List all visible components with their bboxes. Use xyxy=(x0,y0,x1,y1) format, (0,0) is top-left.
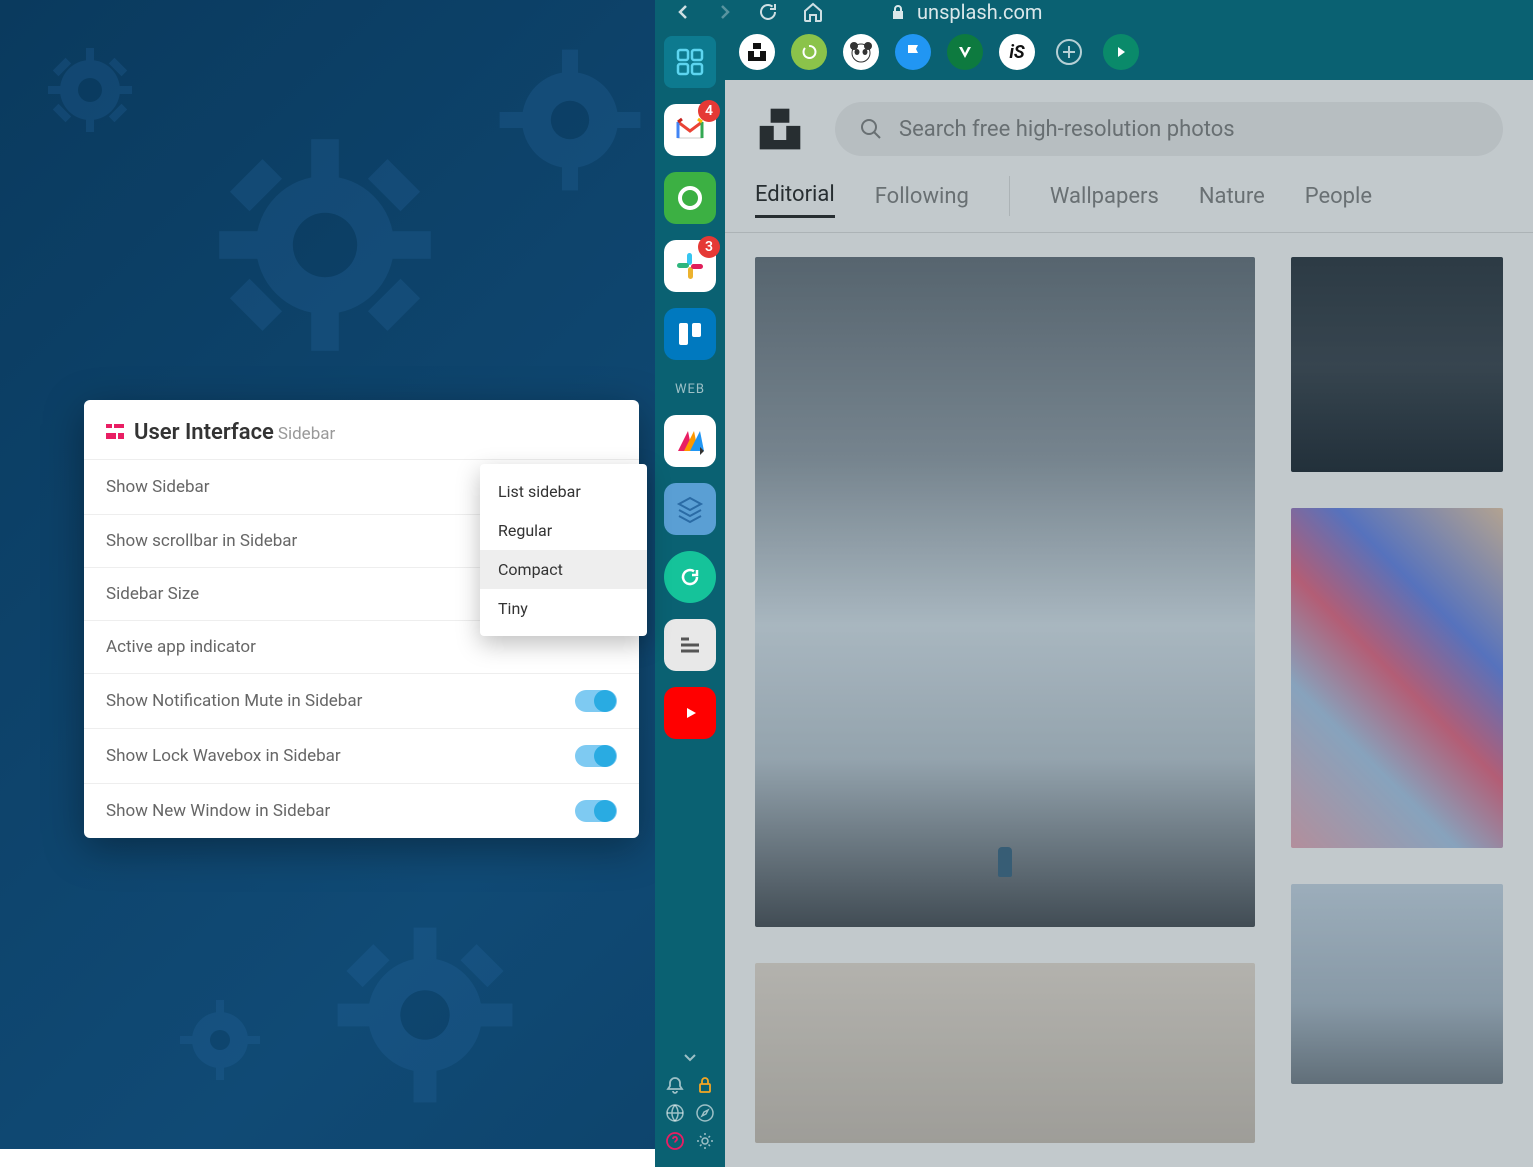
browser-window: unsplash.com 4 3 WEB xyxy=(655,0,1533,1149)
app-colors[interactable] xyxy=(664,415,716,467)
url-bar[interactable]: unsplash.com xyxy=(889,0,1042,24)
browser-body: 4 3 WEB xyxy=(655,24,1533,1167)
ext-panda[interactable] xyxy=(843,34,879,70)
bell-icon[interactable] xyxy=(665,1075,685,1099)
app-slack[interactable]: 3 xyxy=(664,240,716,292)
site-header xyxy=(725,80,1533,174)
app-grammarly[interactable] xyxy=(664,551,716,603)
reload-button[interactable] xyxy=(757,1,779,23)
setting-new-window: Show New Window in Sidebar xyxy=(84,783,639,838)
settings-header: User Interface Sidebar xyxy=(84,400,639,459)
setting-label: Show scrollbar in Sidebar xyxy=(106,531,297,551)
setting-label: Show Notification Mute in Sidebar xyxy=(106,691,362,711)
url-text: unsplash.com xyxy=(917,0,1042,24)
toggle-lock[interactable] xyxy=(575,745,617,767)
unsplash-logo[interactable] xyxy=(755,104,805,154)
gmail-badge: 4 xyxy=(698,100,720,122)
search-bar[interactable] xyxy=(835,102,1503,156)
dropdown-option-regular[interactable]: Regular xyxy=(480,511,647,550)
page-content: Editorial Following Wallpapers Nature Pe… xyxy=(725,80,1533,1167)
ext-add[interactable] xyxy=(1051,34,1087,70)
sidebar-bottom xyxy=(665,1047,715,1167)
nav-separator xyxy=(1009,176,1010,216)
compass-icon[interactable] xyxy=(695,1103,715,1127)
browser-toolbar: unsplash.com xyxy=(655,0,1533,24)
setting-mute: Show Notification Mute in Sidebar xyxy=(84,673,639,728)
setting-label: Active app indicator xyxy=(106,637,256,657)
toggle-new-window[interactable] xyxy=(575,800,617,822)
forward-button[interactable] xyxy=(715,2,735,22)
extension-bar: iS xyxy=(725,24,1533,80)
ext-flag[interactable] xyxy=(895,34,931,70)
help-icon[interactable] xyxy=(665,1131,685,1155)
settings-title: User Interface xyxy=(134,420,274,445)
layout-icon xyxy=(106,424,124,442)
app-grid-icon[interactable] xyxy=(664,36,716,88)
app-sidebar: 4 3 WEB xyxy=(655,24,725,1167)
app-youtube[interactable] xyxy=(664,687,716,739)
photo-blur[interactable] xyxy=(755,963,1255,1143)
setting-label: Show Sidebar xyxy=(106,477,210,497)
tab-following[interactable]: Following xyxy=(875,176,969,217)
photo-waterfall[interactable] xyxy=(755,257,1255,927)
dropdown-option-tiny[interactable]: Tiny xyxy=(480,589,647,628)
dropdown-option-list[interactable]: List sidebar xyxy=(480,472,647,511)
setting-label: Show Lock Wavebox in Sidebar xyxy=(106,746,341,766)
app-layers[interactable] xyxy=(664,483,716,535)
ext-unsplash[interactable] xyxy=(739,34,775,70)
search-input[interactable] xyxy=(899,117,1479,142)
lock-icon xyxy=(889,3,907,21)
lock-icon[interactable] xyxy=(695,1075,715,1099)
tab-people[interactable]: People xyxy=(1305,176,1372,217)
dropdown-option-compact[interactable]: Compact xyxy=(480,550,647,589)
app-trello[interactable] xyxy=(664,308,716,360)
photo-building[interactable] xyxy=(1291,884,1503,1084)
globe-icon[interactable] xyxy=(665,1103,685,1127)
settings-panel: User Interface Sidebar Show Sidebar Show… xyxy=(84,400,639,838)
app-green[interactable] xyxy=(664,172,716,224)
ext-is[interactable]: iS xyxy=(999,34,1035,70)
toggle-mute[interactable] xyxy=(575,690,617,712)
settings-subtitle: Sidebar xyxy=(278,424,335,444)
sidebar-size-dropdown: List sidebar Regular Compact Tiny xyxy=(480,464,647,636)
app-lines[interactable] xyxy=(664,619,716,671)
setting-label: Show New Window in Sidebar xyxy=(106,801,330,821)
setting-label: Sidebar Size xyxy=(106,584,199,604)
tab-editorial[interactable]: Editorial xyxy=(755,174,835,218)
photo-gallery xyxy=(725,233,1533,1167)
tab-nature[interactable]: Nature xyxy=(1199,176,1265,217)
ext-arrow[interactable] xyxy=(1103,34,1139,70)
ext-v[interactable] xyxy=(947,34,983,70)
gear-icon[interactable] xyxy=(695,1131,715,1155)
app-gmail[interactable]: 4 xyxy=(664,104,716,156)
setting-lock: Show Lock Wavebox in Sidebar xyxy=(84,728,639,783)
web-label: WEB xyxy=(675,382,705,397)
back-button[interactable] xyxy=(673,2,693,22)
photo-lake[interactable] xyxy=(1291,257,1503,472)
chevron-down-icon[interactable] xyxy=(680,1047,700,1071)
ext-green-spiral[interactable] xyxy=(791,34,827,70)
tab-wallpapers[interactable]: Wallpapers xyxy=(1050,176,1159,217)
search-icon xyxy=(859,117,883,141)
slack-badge: 3 xyxy=(698,236,720,258)
nav-tabs: Editorial Following Wallpapers Nature Pe… xyxy=(725,174,1533,233)
content-area: iS xyxy=(725,24,1533,1167)
home-button[interactable] xyxy=(801,0,825,24)
photo-graffiti[interactable] xyxy=(1291,508,1503,848)
